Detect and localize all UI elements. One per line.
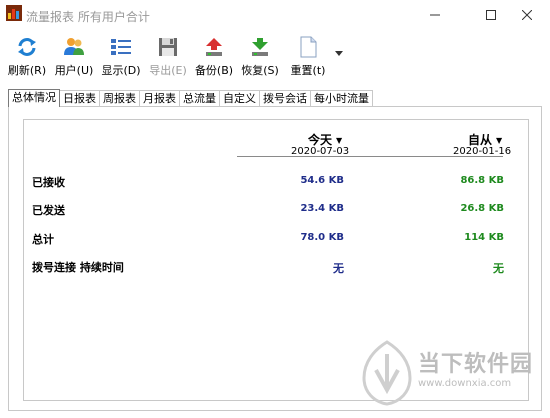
tab-hourly-traffic[interactable]: 每小时流量 bbox=[310, 90, 373, 107]
app-chart-icon bbox=[6, 5, 22, 21]
reset-dropdown-arrow-icon[interactable] bbox=[335, 51, 343, 57]
close-icon bbox=[522, 10, 532, 20]
backup-label: 备份(B) bbox=[194, 64, 234, 77]
toolbar: 刷新(R) 用户(U) 显示(D) 导出(E) 备份(B) 恢复(S) 重置(t… bbox=[0, 34, 550, 78]
export-button[interactable]: 导出(E) bbox=[148, 34, 188, 78]
reset-button[interactable]: 重置(t) bbox=[289, 34, 327, 78]
restore-down-arrow-icon bbox=[252, 38, 268, 56]
row-sent-since: 26.8 KB bbox=[460, 203, 504, 214]
row-dialup-duration-today: 无 bbox=[333, 262, 344, 275]
save-disk-icon bbox=[159, 38, 177, 56]
reset-label: 重置(t) bbox=[290, 64, 326, 77]
backup-button[interactable]: 备份(B) bbox=[195, 34, 233, 78]
tab-monthly[interactable]: 月报表 bbox=[139, 90, 180, 107]
col-since-dropdown-icon: ▼ bbox=[496, 136, 503, 145]
header-divider bbox=[237, 156, 503, 157]
row-sent-label: 已发送 bbox=[32, 204, 65, 217]
row-received-today: 54.6 KB bbox=[300, 175, 344, 186]
display-list-icon bbox=[111, 39, 131, 55]
backup-up-arrow-icon bbox=[206, 38, 222, 56]
refresh-button[interactable]: 刷新(R) bbox=[8, 34, 46, 78]
col-since-label: 自从 bbox=[468, 133, 493, 147]
tab-dialup-sessions[interactable]: 拨号会话 bbox=[259, 90, 311, 107]
title-bar: 流量报表 所有用户合计 bbox=[0, 0, 550, 30]
tab-total-traffic[interactable]: 总流量 bbox=[179, 90, 220, 107]
watermark-url: www.downxia.com bbox=[418, 378, 512, 389]
users-label: 用户(U) bbox=[54, 64, 94, 77]
tab-daily[interactable]: 日报表 bbox=[59, 90, 100, 107]
reset-document-icon bbox=[300, 36, 317, 58]
row-received-since: 86.8 KB bbox=[460, 175, 504, 186]
tab-weekly[interactable]: 周报表 bbox=[99, 90, 140, 107]
restore-button[interactable]: 恢复(S) bbox=[241, 34, 279, 78]
tab-custom[interactable]: 自定义 bbox=[219, 90, 260, 107]
tab-overview[interactable]: 总体情况 bbox=[8, 89, 60, 107]
minimize-button[interactable] bbox=[412, 0, 458, 30]
row-total-today: 78.0 KB bbox=[300, 232, 344, 243]
window-title: 流量报表 所有用户合计 bbox=[26, 10, 150, 24]
display-label: 显示(D) bbox=[101, 64, 141, 77]
col-today-label: 今天 bbox=[308, 133, 333, 147]
row-dialup-duration-since: 无 bbox=[493, 262, 504, 275]
users-button[interactable]: 用户(U) bbox=[55, 34, 93, 78]
watermark: 当下软件园 www.downxia.com bbox=[360, 340, 550, 415]
col-today-dropdown-icon: ▼ bbox=[336, 136, 343, 145]
row-dialup-duration-label: 拨号连接 持续时间 bbox=[32, 261, 124, 274]
display-button[interactable]: 显示(D) bbox=[101, 34, 141, 78]
export-label: 导出(E) bbox=[149, 64, 187, 77]
watermark-logo-icon bbox=[362, 340, 412, 406]
row-total-since: 114 KB bbox=[464, 232, 504, 243]
refresh-icon bbox=[18, 38, 36, 56]
users-icon bbox=[64, 38, 84, 55]
close-button[interactable] bbox=[504, 0, 550, 30]
report-tabs: 总体情况 日报表 周报表 月报表 总流量 自定义 拨号会话 每小时流量 bbox=[8, 89, 373, 107]
row-total-label: 总计 bbox=[32, 233, 54, 246]
minimize-icon bbox=[430, 14, 440, 16]
restore-label: 恢复(S) bbox=[241, 64, 279, 77]
row-received-label: 已接收 bbox=[32, 176, 65, 189]
maximize-icon bbox=[486, 10, 496, 20]
refresh-label: 刷新(R) bbox=[7, 64, 47, 77]
watermark-title: 当下软件园 bbox=[418, 352, 534, 377]
row-sent-today: 23.4 KB bbox=[300, 203, 344, 214]
